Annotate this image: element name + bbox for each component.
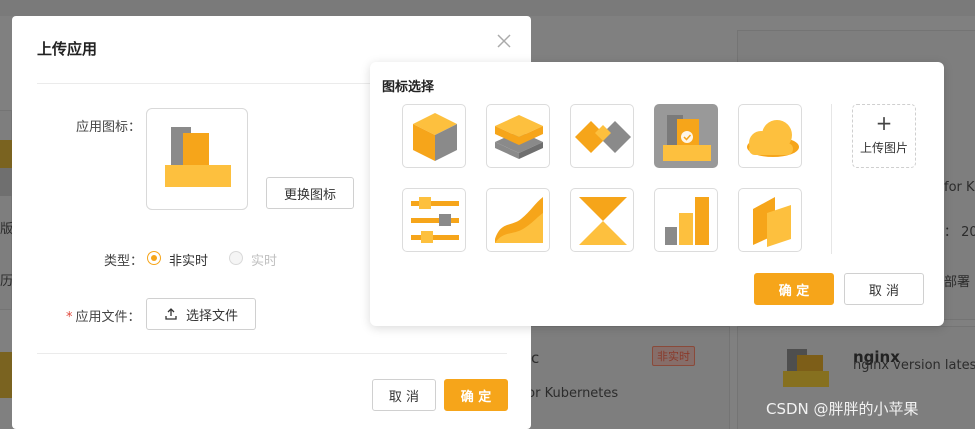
- plus-icon: +: [875, 111, 893, 135]
- dialog-confirm-button[interactable]: 确 定: [444, 379, 508, 411]
- background-text-year: ： 202: [944, 225, 975, 240]
- required-mark: *: [66, 310, 73, 325]
- dialog-cancel-button[interactable]: 取 消: [372, 379, 436, 411]
- radio-realtime-label: 实时: [251, 254, 278, 269]
- app-file-label: * 应用文件：: [66, 306, 141, 325]
- select-file-button[interactable]: 选择文件: [146, 298, 256, 330]
- bar-chart-icon: [665, 197, 709, 245]
- icon-option-hourglass[interactable]: [570, 188, 634, 252]
- dialog-footer-divider: [37, 353, 507, 354]
- background-text-deploy: 部署: [944, 275, 971, 290]
- diamonds-icon: [575, 121, 631, 153]
- icon-option-sliders[interactable]: [402, 188, 466, 252]
- icon-option-cube[interactable]: [402, 104, 466, 168]
- cloud-icon: [747, 120, 799, 157]
- radio-non-realtime[interactable]: [147, 251, 161, 265]
- icon-option-parallelogram[interactable]: [738, 188, 802, 252]
- upload-image-label: 上传图片: [859, 141, 908, 155]
- background-status-badge: 非实时: [652, 346, 695, 366]
- icon-option-tray[interactable]: [654, 104, 718, 168]
- watermark: CSDN @胖胖的小苹果: [766, 400, 919, 418]
- background-app-icon-left-bottom: [0, 352, 12, 398]
- background-app-icon-left: [0, 140, 12, 196]
- icon-option-bar-chart[interactable]: [654, 188, 718, 252]
- type-label: 类型：: [104, 254, 144, 269]
- area-chart-icon: [495, 197, 543, 243]
- change-icon-button[interactable]: 更换图标: [266, 177, 354, 209]
- dialog-title: 上传应用: [37, 40, 98, 58]
- cube-icon: [413, 113, 457, 161]
- tray-icon: [663, 115, 711, 161]
- hourglass-icon: [579, 197, 627, 245]
- tray-icon: [165, 127, 231, 187]
- app-file-label-text: 应用文件：: [75, 310, 141, 325]
- icon-picker-divider: [831, 104, 832, 254]
- close-icon[interactable]: [495, 32, 513, 50]
- background-text-for-k: for K: [944, 180, 975, 195]
- icon-picker-cancel-button[interactable]: 取 消: [844, 273, 924, 305]
- background-nginx-icon: [783, 349, 829, 387]
- upload-icon: [165, 308, 177, 320]
- background-card-bottom: [510, 326, 730, 429]
- background-nginx-desc: nginx version lates: [853, 358, 975, 373]
- icon-picker-title: 图标选择: [382, 80, 435, 95]
- radio-non-realtime-label[interactable]: 非实时: [169, 250, 208, 269]
- upload-image-button[interactable]: + 上传图片: [852, 104, 916, 168]
- parallelogram-icon: [753, 197, 791, 247]
- select-file-button-label: 选择文件: [185, 308, 238, 324]
- icon-option-area-chart[interactable]: [486, 188, 550, 252]
- icon-option-cloud[interactable]: [738, 104, 802, 168]
- background-header: [0, 0, 975, 16]
- icon-option-layers[interactable]: [486, 104, 550, 168]
- sliders-icon: [411, 197, 459, 243]
- app-icon-preview: [146, 108, 248, 210]
- background-card-title-fragment: c: [531, 349, 540, 367]
- layers-icon: [495, 115, 543, 159]
- icon-picker-confirm-button[interactable]: 确 定: [754, 273, 834, 305]
- icon-option-diamonds[interactable]: [570, 104, 634, 168]
- icon-picker-popover: 图标选择 + 上传图片 确 定 取 消: [370, 62, 944, 326]
- app-icon-label: 应用图标：: [76, 120, 142, 135]
- radio-realtime: [229, 251, 243, 265]
- popover-arrow: [361, 186, 370, 204]
